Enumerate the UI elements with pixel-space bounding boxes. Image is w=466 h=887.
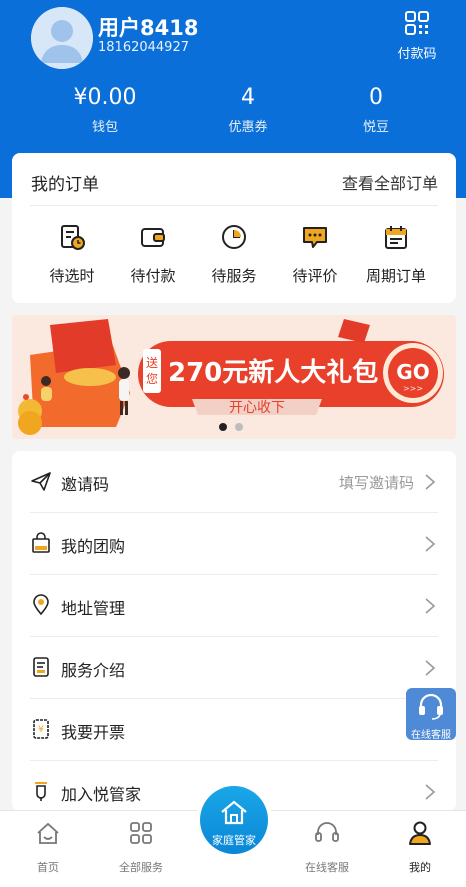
coupons-label: 优惠券 <box>228 120 268 135</box>
menu-label: 地址管理 <box>61 599 126 618</box>
join-badge-icon <box>35 782 47 801</box>
qr-code-icon <box>405 11 429 35</box>
menu-label: 我要开票 <box>61 723 126 742</box>
wallet-value: ¥0.00 <box>73 85 137 110</box>
menu-label: 加入悦管家 <box>61 785 142 804</box>
chevron-right-icon <box>425 536 436 552</box>
order-pending-payment[interactable]: 待付款 <box>113 223 193 286</box>
tab-family-butler[interactable]: 家庭管家 <box>196 782 272 858</box>
banner-tag-top: 送 <box>146 355 158 370</box>
order-recurring[interactable]: 周期订单 <box>356 223 436 286</box>
order-pending-review[interactable]: 待评价 <box>275 223 355 286</box>
chevron-right-icon <box>425 598 436 614</box>
beans-value: 0 <box>369 85 383 110</box>
carousel-indicator <box>219 416 251 435</box>
order-label: 待选时 <box>49 267 95 285</box>
wallet-icon <box>141 228 165 247</box>
stat-wallet[interactable]: ¥0.00 钱包 <box>45 85 165 136</box>
divider <box>30 205 438 206</box>
banner-arrows: >>> <box>403 384 423 393</box>
view-all-orders-link[interactable]: 查看全部订单 <box>342 170 438 194</box>
tab-label: 家庭管家 <box>212 834 256 847</box>
banner-go: GO <box>396 360 429 384</box>
tab-label: 在线客服 <box>305 861 349 874</box>
order-pending-service[interactable]: 待服务 <box>194 223 274 286</box>
stat-coupons[interactable]: 4 优惠券 <box>188 85 308 136</box>
wallet-label: 钱包 <box>91 120 118 135</box>
user-icon <box>409 821 431 845</box>
menu-invoice[interactable]: ¥ 我要开票 <box>30 699 438 761</box>
banner-accept: 开心收下 <box>229 400 285 416</box>
paycode-label: 付款码 <box>397 47 437 62</box>
location-pin-icon <box>33 594 49 616</box>
tab-online-service[interactable]: 在线客服 <box>287 819 367 875</box>
tab-home[interactable]: 首页 <box>8 819 88 875</box>
carousel-dot-active <box>219 423 227 431</box>
chevron-right-icon <box>425 660 436 676</box>
calendar-icon <box>385 226 407 249</box>
beans-label: 悦豆 <box>362 120 389 135</box>
phone-number: 18162044927 <box>98 40 189 55</box>
order-label: 待付款 <box>130 267 176 285</box>
order-label: 待服务 <box>211 267 257 285</box>
tab-mine[interactable]: 我的 <box>380 819 460 875</box>
house-icon <box>221 800 247 825</box>
menu-label: 我的团购 <box>61 537 126 556</box>
settings-menu: 邀请码 填写邀请码 我的团购 地址管理 服务介绍 ¥ 我要开票 加入悦管家 <box>12 451 456 811</box>
chevron-right-icon <box>425 474 436 490</box>
order-pending-schedule[interactable]: 待选时 <box>32 223 112 286</box>
shopping-bag-icon <box>32 532 50 553</box>
tab-label: 全部服务 <box>119 861 163 874</box>
paycode-button[interactable]: 付款码 <box>392 10 442 62</box>
headset-icon <box>419 693 443 720</box>
menu-label: 邀请码 <box>61 475 110 494</box>
username: 用户8418 <box>98 16 199 40</box>
menu-invite-code[interactable]: 邀请码 填写邀请码 <box>30 451 438 513</box>
orders-title: 我的订单 <box>31 175 99 195</box>
comment-icon <box>303 227 327 248</box>
coupons-value: 4 <box>241 85 255 110</box>
order-label: 待评价 <box>292 267 338 285</box>
banner-headline: 270元新人大礼包 <box>168 357 378 388</box>
headset-icon <box>315 822 339 842</box>
schedule-doc-icon <box>61 225 85 250</box>
grid-icon <box>130 822 152 844</box>
tab-all-services[interactable]: 全部服务 <box>101 819 181 875</box>
tab-label: 首页 <box>37 861 59 874</box>
menu-address[interactable]: 地址管理 <box>30 575 438 637</box>
orders-card: 我的订单 查看全部订单 待选时 待付款 待服务 待评价 周期订单 <box>12 153 456 303</box>
paper-plane-icon <box>31 472 51 491</box>
menu-label: 服务介绍 <box>61 661 126 680</box>
carousel-dot <box>235 423 243 431</box>
family-butler-button: 家庭管家 <box>200 786 268 854</box>
order-label: 周期订单 <box>365 267 426 285</box>
chevron-right-icon <box>425 784 436 800</box>
document-icon <box>33 657 49 677</box>
avatar[interactable] <box>31 7 93 69</box>
banner-tag-bottom: 您 <box>146 371 158 386</box>
menu-service-intro[interactable]: 服务介绍 <box>30 637 438 699</box>
stat-beans[interactable]: 0 悦豆 <box>316 85 436 136</box>
menu-hint: 填写邀请码 <box>338 474 414 492</box>
floating-service-button[interactable]: 在线客服 <box>406 688 456 741</box>
svg-text:¥: ¥ <box>38 725 44 735</box>
clock-icon <box>222 225 246 249</box>
invoice-icon: ¥ <box>33 719 49 739</box>
floating-service-label: 在线客服 <box>411 730 451 741</box>
tab-label: 我的 <box>409 861 431 874</box>
home-face-icon <box>37 822 59 844</box>
menu-group-buy[interactable]: 我的团购 <box>30 513 438 575</box>
